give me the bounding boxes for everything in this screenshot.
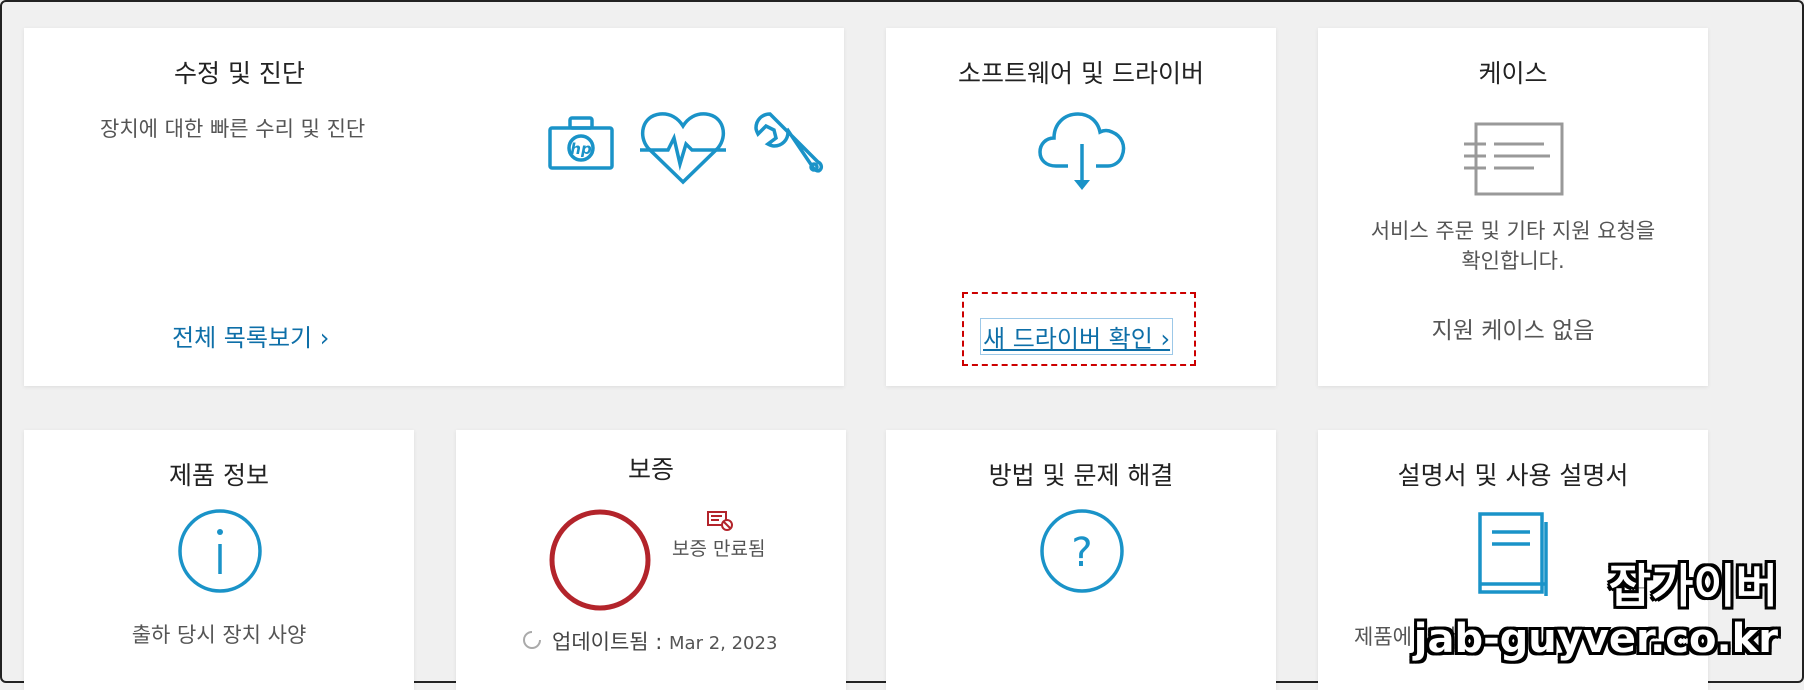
repair-title: 수정 및 진단 (174, 59, 305, 88)
check-new-drivers-link[interactable]: 새 드라이버 확인 › (980, 318, 1174, 355)
warranty-updated: 업데이트됨 : Mar 2, 2023 (552, 626, 777, 656)
warranty-updated-date: Mar 2, 2023 (669, 633, 778, 654)
cases-title: 케이스 (1478, 59, 1548, 88)
info-icon[interactable] (177, 508, 263, 594)
refresh-icon[interactable] (520, 628, 544, 652)
warranty-status-ring (549, 509, 651, 611)
cases-description-line1: 서비스 주문 및 기타 지원 요청을 (1370, 219, 1656, 243)
cases-status: 지원 케이스 없음 (1431, 318, 1595, 344)
hp-logo-text: hp (570, 140, 592, 158)
watermark-brand: 잡가이버 (1608, 559, 1778, 613)
manuals-title: 설명서 및 사용 설명서 (1397, 461, 1629, 490)
svg-text:?: ? (1071, 530, 1092, 576)
warranty-status: 보증 만료됨 (672, 538, 766, 560)
software-card: 소프트웨어 및 드라이버 새 드라이버 확인 › (886, 28, 1276, 386)
product-info-title: 제품 정보 (169, 461, 269, 490)
heartbeat-icon[interactable] (638, 108, 728, 188)
warranty-title: 보증 (627, 455, 674, 484)
manual-book-icon[interactable] (1476, 510, 1550, 600)
warranty-updated-label: 업데이트됨 : (552, 630, 670, 654)
cases-description-line2: 확인합니다. (1461, 249, 1565, 273)
product-info-subtitle: 출하 당시 장치 사양 (131, 623, 307, 647)
help-icon[interactable]: ? (1039, 508, 1125, 594)
howto-card: 방법 및 문제 해결 ? (886, 430, 1276, 690)
wrench-icon[interactable] (752, 110, 824, 182)
cloud-download-icon[interactable] (1038, 104, 1128, 194)
document-icon (1464, 122, 1564, 196)
view-all-link[interactable]: 전체 목록보기 › (172, 318, 329, 353)
product-info-card: 제품 정보 출하 당시 장치 사양 (24, 430, 414, 690)
cases-card: 케이스 서비스 주문 및 기타 지원 요청을 확인합니다. 지원 케이스 없음 (1318, 28, 1708, 386)
cases-description: 서비스 주문 및 기타 지원 요청을 확인합니다. (1318, 216, 1708, 276)
hp-toolbox-icon[interactable]: hp (546, 112, 616, 172)
warranty-card: 보증 보증 만료됨 업데이트됨 : Mar 2, 2023 (456, 430, 846, 690)
watermark-url: jab-guyver.co.kr (1413, 616, 1778, 662)
warranty-expired-icon (707, 511, 733, 531)
repair-subtitle: 장치에 대한 빠른 수리 및 진단 (100, 117, 366, 141)
howto-title: 방법 및 문제 해결 (988, 461, 1174, 490)
software-title: 소프트웨어 및 드라이버 (958, 59, 1204, 88)
repair-card: 수정 및 진단 장치에 대한 빠른 수리 및 진단 hp 전체 목록보기 › (24, 28, 844, 386)
